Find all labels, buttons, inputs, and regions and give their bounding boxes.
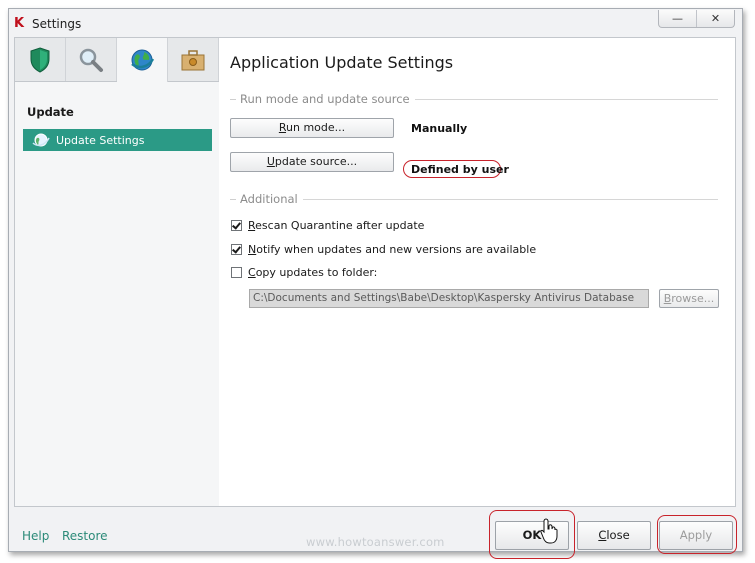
tab-scan[interactable] — [66, 38, 117, 81]
checkbox-label: Notify when updates and new versions are… — [248, 243, 537, 256]
update-source-button[interactable]: Update source... — [230, 152, 394, 172]
update-source-value: Defined by user — [411, 163, 509, 176]
group-label-text: Additional — [240, 192, 298, 206]
copy-updates-checkbox[interactable]: Copy updates to folder: — [231, 266, 377, 279]
button-label: rowse... — [671, 292, 715, 305]
settings-window: K Settings — ✕ Update Update Settings Ap… — [8, 8, 743, 559]
tab-update[interactable] — [117, 38, 168, 82]
sidebar-item-update-settings[interactable]: Update Settings — [23, 129, 212, 151]
checkbox-label: Copy updates to folder: — [248, 266, 378, 279]
browse-button[interactable]: Browse... — [659, 289, 719, 308]
magnifier-icon — [79, 48, 103, 72]
button-label: un mode... — [286, 121, 346, 134]
folder-path-field[interactable]: C:\Documents and Settings\Babe\Desktop\K… — [249, 289, 649, 308]
help-link[interactable]: Help — [22, 529, 49, 543]
mnemonic: R — [278, 121, 287, 134]
sidebar: Update Update Settings — [14, 37, 220, 507]
checkbox-box[interactable] — [231, 267, 242, 278]
button-label: pdate source... — [274, 155, 358, 168]
additional-group-label: Additional — [230, 192, 718, 206]
window-title: Settings — [32, 17, 82, 31]
shield-icon — [30, 46, 50, 73]
group-label-text: Run mode and update source — [240, 92, 410, 106]
globe-icon — [131, 49, 155, 71]
title-bar[interactable]: K Settings — ✕ — [9, 9, 742, 39]
watermark: www.howtoanswer.com — [306, 535, 445, 549]
settings-content: Application Update Settings Run mode and… — [219, 37, 736, 507]
sidebar-item-label: Update Settings — [56, 133, 145, 147]
tab-options[interactable] — [168, 38, 219, 81]
button-label: lose — [606, 528, 630, 542]
sidebar-section-title: Update — [27, 105, 74, 119]
run-mode-button[interactable]: Run mode... — [230, 118, 394, 138]
mnemonic: U — [266, 155, 275, 168]
checkbox-box[interactable] — [231, 220, 242, 231]
toolbox-icon — [181, 49, 205, 70]
close-button[interactable]: Close — [577, 521, 651, 550]
tab-protection[interactable] — [15, 38, 66, 81]
checkbox-label: Rescan Quarantine after update — [248, 219, 425, 232]
sidebar-tabs — [15, 38, 219, 82]
notify-updates-checkbox[interactable]: Notify when updates and new versions are… — [231, 243, 536, 256]
run-mode-group-label: Run mode and update source — [230, 92, 718, 106]
kaspersky-logo-icon: K — [14, 16, 25, 31]
window-controls: — ✕ — [658, 10, 735, 28]
run-mode-value: Manually — [411, 122, 468, 135]
close-window-button[interactable]: ✕ — [696, 10, 734, 27]
dialog-footer: Help Restore www.howtoanswer.com OK Clos… — [9, 506, 742, 559]
apply-button[interactable]: Apply — [659, 521, 733, 550]
checkbox-box[interactable] — [231, 244, 242, 255]
hand-cursor-icon — [540, 518, 558, 544]
page-title: Application Update Settings — [230, 53, 454, 72]
restore-link[interactable]: Restore — [62, 529, 108, 543]
rescan-quarantine-checkbox[interactable]: Rescan Quarantine after update — [231, 219, 424, 232]
minimize-button[interactable]: — — [659, 10, 696, 27]
globe-icon — [32, 133, 50, 147]
